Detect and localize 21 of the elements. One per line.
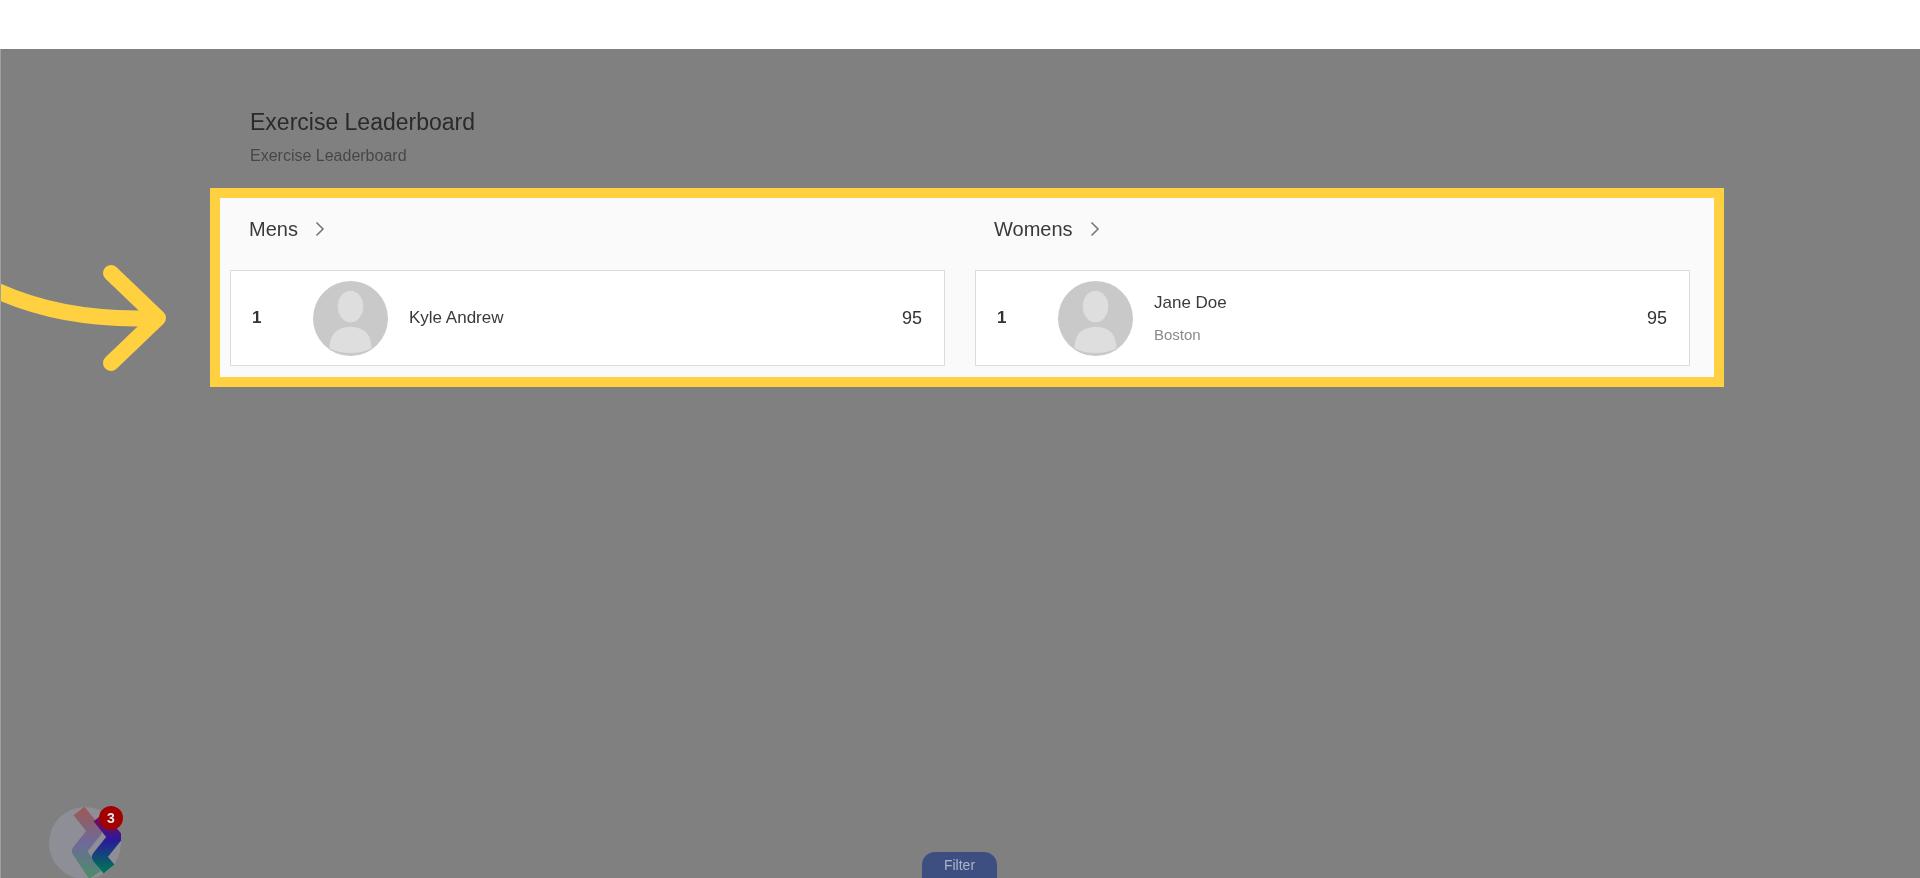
page-title: Exercise Leaderboard <box>250 108 477 136</box>
notification-badge: 3 <box>99 806 123 830</box>
launcher-button[interactable] <box>49 807 121 878</box>
filter-button[interactable]: Filter <box>922 852 997 878</box>
score-value: 95 <box>1646 306 1667 330</box>
leaderboard-entry[interactable]: 1 Jane Doe Boston 95 <box>975 270 1690 366</box>
score-value: 95 <box>901 306 922 330</box>
athlete-name: Jane Doe <box>1154 292 1227 313</box>
rank-number: 1 <box>997 307 1008 330</box>
avatar-silhouette-icon <box>313 280 388 356</box>
leaderboard-category-link[interactable]: Womens <box>994 217 1100 241</box>
zigzag-logo-icon <box>49 807 121 878</box>
rank-number: 1 <box>252 307 263 330</box>
athlete-location: Boston <box>1154 325 1201 344</box>
chevron-right-icon <box>1089 221 1100 237</box>
athlete-name: Kyle Andrew <box>409 308 504 328</box>
chevron-right-icon <box>314 221 325 237</box>
avatar-silhouette-icon <box>1058 280 1133 356</box>
leaderboard-category-link[interactable]: Mens <box>249 217 325 241</box>
leaderboard-entry[interactable]: 1 Kyle Andrew 95 <box>230 270 945 366</box>
page-subtitle: Exercise Leaderboard <box>250 146 408 166</box>
